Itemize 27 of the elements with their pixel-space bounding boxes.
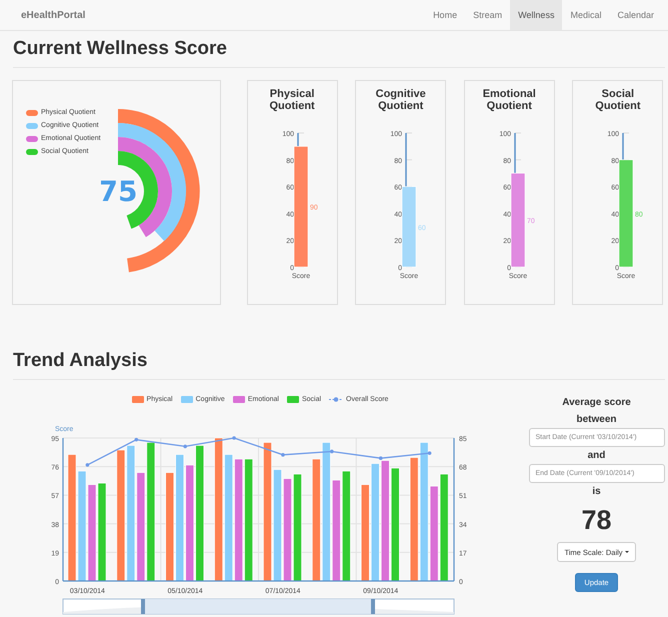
point (134, 438, 138, 442)
nav-link[interactable]: Stream (465, 0, 510, 30)
point (183, 444, 187, 448)
point (281, 453, 285, 457)
nav-link[interactable]: Calendar (609, 0, 662, 30)
section-title: Trend Analysis (13, 350, 148, 372)
point (378, 456, 382, 460)
panel-text: between (576, 413, 616, 427)
point (330, 450, 334, 454)
card-title: Emotional Quotient (482, 88, 537, 112)
section-title: Current Wellness Score (13, 38, 228, 60)
nav-link[interactable]: Wellness (510, 0, 562, 30)
brand-name[interactable]: eHealthPortal (21, 10, 426, 20)
average-score: 78 (581, 504, 612, 537)
panel-heading: Average score (562, 396, 631, 410)
card-title: Physical Quotient (268, 88, 316, 112)
range-navigator[interactable] (62, 598, 454, 614)
nav-link[interactable]: Home (425, 0, 466, 30)
panel-text: and (588, 449, 606, 463)
point (428, 451, 432, 455)
point (86, 463, 90, 467)
card-title: Cognitive Quotient (374, 88, 427, 112)
panel-text: is (592, 485, 601, 499)
card-title: Social Quotient (594, 88, 642, 112)
point (232, 436, 236, 440)
nav-link[interactable]: Medical (562, 0, 610, 30)
caret-icon (624, 551, 629, 553)
